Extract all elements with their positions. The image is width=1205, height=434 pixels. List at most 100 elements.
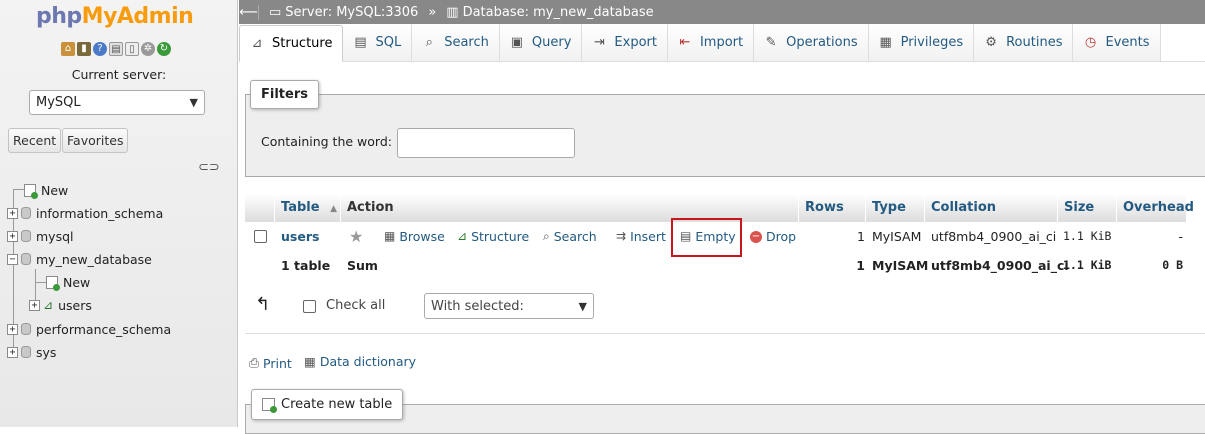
row-overhead: - xyxy=(1178,229,1183,244)
tab-events[interactable]: ◷ Events xyxy=(1073,24,1161,61)
collapse-minus-icon[interactable]: − xyxy=(7,253,18,265)
tree-db-performance-schema[interactable]: + performance_schema xyxy=(7,319,171,339)
check-all-checkbox[interactable] xyxy=(303,300,316,317)
collapse-nav-arrow-icon[interactable]: ⟵ xyxy=(239,4,259,20)
header-rows[interactable]: Rows ? xyxy=(799,194,866,242)
privileges-icon: ▦ xyxy=(879,35,892,50)
tab-routines[interactable]: ⚙ Routines xyxy=(974,24,1074,61)
header-checkbox-col xyxy=(245,194,275,222)
row-collation: utf8mb4_0900_ai_ci xyxy=(931,229,1057,244)
header-table[interactable]: Table ▲ xyxy=(275,194,341,222)
query-icon: ▣ xyxy=(510,35,524,50)
with-selected-select[interactable]: With selected: ▼ xyxy=(424,293,594,319)
browse-icon: ▦ xyxy=(384,229,396,243)
expand-plus-icon[interactable]: + xyxy=(7,207,18,219)
link-chain-icon[interactable]: ⊂⊃ xyxy=(198,160,220,175)
summary-size: 1.1 KiB xyxy=(1063,258,1112,272)
search-icon: ⌕ xyxy=(543,229,550,243)
phpmyadmin-logo[interactable]: phpMyAdmin xyxy=(36,4,194,29)
database-icon xyxy=(21,253,31,265)
drop-link[interactable]: − Drop xyxy=(750,222,796,251)
row-size[interactable]: 1.1 KiB xyxy=(1063,222,1111,251)
sql-docs-icon[interactable]: ▯ xyxy=(125,42,139,56)
summary-label: Sum xyxy=(347,258,378,273)
expand-plus-icon[interactable]: + xyxy=(7,230,18,242)
tree-db-my-new-database[interactable]: − my_new_database xyxy=(7,249,152,269)
settings-gear-icon[interactable]: ✲ xyxy=(141,42,155,56)
logout-icon[interactable]: ▮ xyxy=(77,42,91,56)
server-icon: ▭ xyxy=(269,4,282,20)
tab-search[interactable]: ⌕ Search xyxy=(412,24,500,61)
server-select[interactable]: MySQL ▼ xyxy=(29,90,205,115)
current-server-label: Current server: xyxy=(71,67,167,82)
filters-legend: Filters xyxy=(250,80,319,109)
tree-table-users[interactable]: + ⊿ users xyxy=(29,295,92,315)
header-size[interactable]: Size xyxy=(1058,194,1117,222)
search-link[interactable]: ⌕ Search xyxy=(543,222,597,251)
check-all-label[interactable]: Check all xyxy=(326,298,385,313)
new-table-icon xyxy=(46,275,60,291)
structure-icon: ⊿ xyxy=(457,229,468,243)
help-icon[interactable]: ? xyxy=(93,42,107,56)
database-icon: ▥ xyxy=(446,4,459,20)
tree-db-information-schema[interactable]: + information_schema xyxy=(7,203,163,223)
header-type[interactable]: Type xyxy=(866,194,925,222)
insert-link[interactable]: ⇉ Insert xyxy=(616,222,666,251)
navigation-panel: phpMyAdmin ⌂ ▮ ? ▤ ▯ ✲ ↻ Current server:… xyxy=(0,0,238,427)
server-select-value: MySQL xyxy=(36,95,81,110)
recent-tables-button[interactable]: Recent xyxy=(8,128,62,153)
tab-operations[interactable]: ✎ Operations xyxy=(754,24,869,61)
import-icon: ⇤ xyxy=(679,35,691,50)
breadcrumb-server[interactable]: ▭ Server: MySQL:3306 xyxy=(269,5,418,20)
bulk-arrow-icon: ↰ xyxy=(255,294,271,315)
favorite-star-icon[interactable]: ★ xyxy=(349,222,363,251)
sort-asc-icon: ▲ xyxy=(330,204,337,214)
drop-icon: − xyxy=(750,230,762,243)
favorites-button[interactable]: Favorites xyxy=(62,128,129,153)
new-table-icon xyxy=(262,398,277,413)
tree-db-sys[interactable]: + sys xyxy=(7,342,56,362)
home-icon[interactable]: ⌂ xyxy=(61,42,75,56)
main-menu-tabs: ⊿ Structure ▤ SQL ⌕ Search ▣ Query ⇥ Exp… xyxy=(239,24,1205,62)
database-icon xyxy=(21,323,31,335)
browse-link[interactable]: ▦ Browse xyxy=(384,222,445,251)
filter-text-input[interactable] xyxy=(397,128,575,158)
print-link[interactable]: ⎙ Print xyxy=(249,355,292,371)
header-collation[interactable]: Collation xyxy=(925,194,1058,222)
divider xyxy=(245,333,1205,334)
wrench-icon: ✎ xyxy=(765,35,777,50)
tab-privileges[interactable]: ▦ Privileges xyxy=(868,24,975,61)
tab-query[interactable]: ▣ Query xyxy=(499,24,583,61)
tab-structure[interactable]: ⊿ Structure xyxy=(239,25,344,62)
breadcrumb-database[interactable]: ▥ Database: my_new_database xyxy=(446,5,653,20)
summary-type: MyISAM xyxy=(872,258,929,273)
row-checkbox[interactable] xyxy=(254,230,267,243)
data-dictionary-link[interactable]: ▦ Data dictionary xyxy=(304,354,416,369)
clock-icon: ◷ xyxy=(1084,35,1097,50)
tree-db-mysql[interactable]: + mysql xyxy=(7,226,74,246)
header-overhead[interactable]: Overhead xyxy=(1117,194,1194,222)
tab-export[interactable]: ⇥ Export xyxy=(582,24,668,61)
table-structure-icon: ⊿ xyxy=(43,298,54,312)
search-icon: ⌕ xyxy=(425,35,433,50)
insert-icon: ⇉ xyxy=(616,229,627,243)
database-icon xyxy=(21,230,31,242)
summary-collation: utf8mb4_0900_ai_ci xyxy=(931,258,1069,273)
docs-icon[interactable]: ▤ xyxy=(109,42,123,56)
tab-import[interactable]: ⇤ Import xyxy=(667,24,755,61)
reload-icon[interactable]: ↻ xyxy=(157,42,171,56)
summary-rows: 1 xyxy=(856,258,865,273)
breadcrumb-separator: » xyxy=(428,4,437,20)
expand-plus-icon[interactable]: + xyxy=(7,346,18,358)
tab-sql[interactable]: ▤ SQL xyxy=(343,24,413,61)
create-new-table-button[interactable]: Create new table xyxy=(251,389,404,420)
tree-new-database[interactable]: New xyxy=(24,180,68,200)
chevron-down-icon: ▼ xyxy=(189,96,198,109)
expand-plus-icon[interactable]: + xyxy=(7,323,18,335)
expand-plus-icon[interactable]: + xyxy=(29,299,40,311)
tree-new-table[interactable]: New xyxy=(46,272,90,292)
database-icon xyxy=(21,207,31,219)
structure-link[interactable]: ⊿ Structure xyxy=(457,222,529,251)
chevron-down-icon: ▼ xyxy=(578,299,587,313)
table-name-link[interactable]: users xyxy=(281,222,319,251)
